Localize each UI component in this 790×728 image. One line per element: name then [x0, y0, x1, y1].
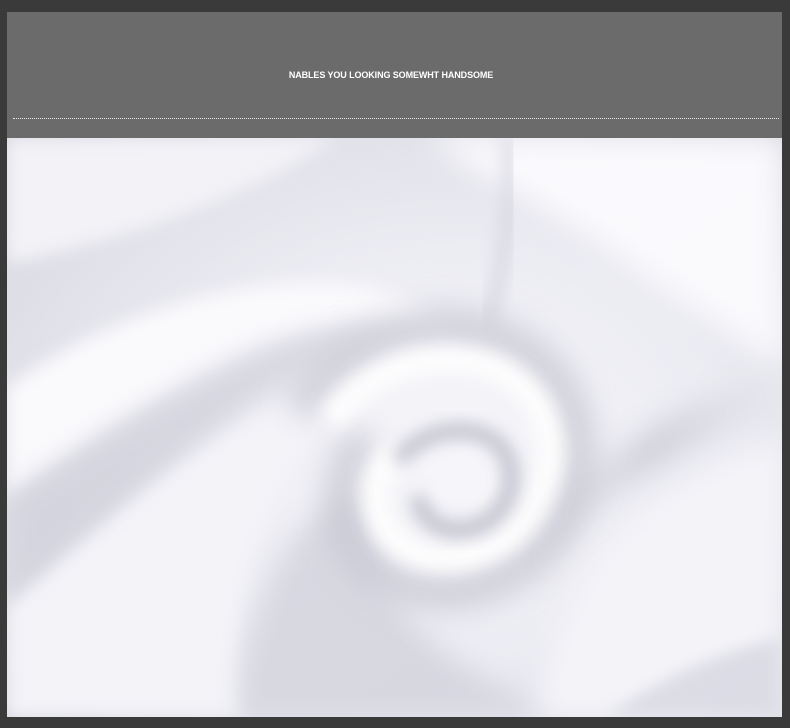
caption-text: NABLES YOU LOOKING SOMEWHT HANDSOME	[288, 70, 494, 80]
caption-banner: NABLES YOU LOOKING SOMEWHT HANDSOME	[7, 12, 782, 138]
fabric-swirl-image	[7, 138, 782, 717]
product-detail-frame: NABLES YOU LOOKING SOMEWHT HANDSOME	[0, 0, 790, 728]
product-detail-panel: NABLES YOU LOOKING SOMEWHT HANDSOME	[7, 12, 782, 717]
dotted-divider	[13, 118, 779, 119]
fabric-swirl-photo	[7, 138, 782, 717]
